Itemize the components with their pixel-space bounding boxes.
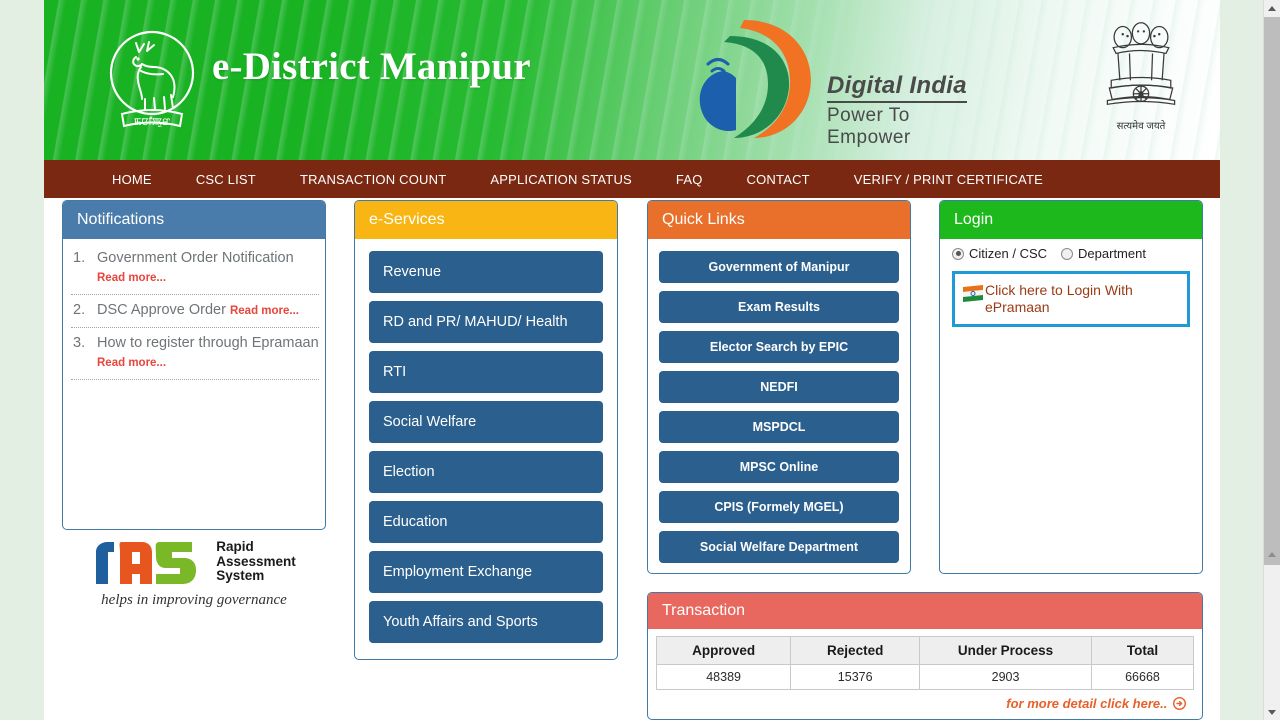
read-more-link[interactable]: Read more... xyxy=(230,305,299,317)
quicklink-nedfi[interactable]: NEDFI xyxy=(659,371,899,403)
manipur-state-emblem-icon: ꯃꯅꯤꯄꯨꯔ xyxy=(108,27,196,133)
eservice-button-employment-exchange[interactable]: Employment Exchange xyxy=(369,551,603,593)
eservice-button-youth-affairs-and-sports[interactable]: Youth Affairs and Sports xyxy=(369,601,603,643)
main-navigation: HOME CSC LIST TRANSACTION COUNT APPLICAT… xyxy=(44,160,1220,198)
chevron-up-icon xyxy=(1268,5,1276,11)
transaction-panel-title: Transaction xyxy=(648,593,1202,629)
column-header-under-process: Under Process xyxy=(919,636,1092,665)
chevron-down-icon xyxy=(1268,709,1276,715)
transaction-more-detail-link[interactable]: for more detail click here.. xyxy=(656,690,1194,713)
eservices-panel-title: e-Services xyxy=(355,201,617,239)
radio-citizen-csc[interactable] xyxy=(952,247,964,260)
read-more-link[interactable]: Read more... xyxy=(97,272,166,284)
read-more-link[interactable]: Read more... xyxy=(97,357,166,369)
quicklink-mpsc-online[interactable]: MPSC Online xyxy=(659,451,899,483)
digital-india-wordmark: Digital India xyxy=(827,72,967,103)
site-header-banner: ꯃꯅꯤꯄꯨꯔ e-District Manipur Digital India … xyxy=(44,0,1220,160)
quicklink-exam-results[interactable]: Exam Results xyxy=(659,291,899,323)
login-panel-title: Login xyxy=(940,201,1202,239)
eservice-button-election[interactable]: Election xyxy=(369,451,603,493)
epramaan-login-button[interactable]: Click here to Login With ePramaan xyxy=(952,271,1190,327)
quicklinks-panel: Quick Links Government of Manipur Exam R… xyxy=(647,200,911,574)
nav-item-transaction-count[interactable]: TRANSACTION COUNT xyxy=(300,172,446,187)
site-title: e-District Manipur xyxy=(212,45,531,88)
scrollbar-thumb[interactable] xyxy=(1264,17,1280,565)
list-item: Government Order Notification Read more.… xyxy=(71,249,319,295)
state-emblem-caption: ꯃꯅꯤꯄꯨꯔ xyxy=(134,116,170,128)
notification-text: Government Order Notification xyxy=(97,250,294,266)
table-header-row: Approved Rejected Under Process Total xyxy=(655,636,1195,665)
table-row: 48389 15376 2903 66668 xyxy=(655,664,1195,690)
eservices-list: Revenue RD and PR/ MAHUD/ Health RTI Soc… xyxy=(355,239,617,659)
ras-wordmark-icon xyxy=(96,542,197,584)
nav-item-application-status[interactable]: APPLICATION STATUS xyxy=(490,172,632,187)
ashoka-pillar-icon xyxy=(1106,22,1176,106)
radio-label-citizen-csc[interactable]: Citizen / CSC xyxy=(969,246,1047,261)
list-item: DSC Approve Order Read more... xyxy=(71,301,319,328)
scrollbar-up-button[interactable] xyxy=(1264,0,1280,16)
nav-item-faq[interactable]: FAQ xyxy=(676,172,703,187)
notifications-panel-title: Notifications xyxy=(63,201,325,239)
eservice-button-social-welfare[interactable]: Social Welfare xyxy=(369,401,603,443)
ras-name-line-2: Assessment xyxy=(216,553,296,569)
cell-total: 66668 xyxy=(1090,664,1195,690)
transaction-table-wrapper: Approved Rejected Under Process Total 48… xyxy=(648,629,1202,713)
eservice-button-education[interactable]: Education xyxy=(369,501,603,543)
digital-india-swoosh-icon xyxy=(699,20,811,138)
nav-item-verify-print-certificate[interactable]: VERIFY / PRINT CERTIFICATE xyxy=(854,172,1043,187)
transaction-panel: Transaction Approved Rejected Under Proc… xyxy=(647,592,1203,720)
ras-name-line-3: System xyxy=(216,568,265,584)
column-header-rejected: Rejected xyxy=(790,636,921,665)
nav-item-csc-list[interactable]: CSC LIST xyxy=(196,172,256,187)
scrollbar-grip-icon xyxy=(1268,552,1276,557)
vertical-scrollbar[interactable] xyxy=(1263,0,1280,720)
quicklinks-panel-title: Quick Links xyxy=(648,201,910,239)
login-type-radio-group: Citizen / CSC Department xyxy=(952,246,1202,261)
notification-text: How to register through Epramaan xyxy=(97,335,319,351)
quicklink-cpis[interactable]: CPIS (Formely MGEL) xyxy=(659,491,899,523)
column-header-total: Total xyxy=(1090,636,1195,665)
digital-india-tagline: Power To Empower xyxy=(827,105,911,148)
arrow-right-circle-icon xyxy=(1172,696,1187,713)
eservice-button-revenue[interactable]: Revenue xyxy=(369,251,603,293)
ras-logo: Rapid Assessment System helps in improvi… xyxy=(74,538,314,609)
digital-india-logo: Digital India Power To Empower xyxy=(684,14,984,148)
nav-item-home[interactable]: HOME xyxy=(112,172,152,187)
login-panel: Login Citizen / CSC Department Click her… xyxy=(939,200,1203,574)
quicklink-mspdcl[interactable]: MSPDCL xyxy=(659,411,899,443)
cell-under-process: 2903 xyxy=(919,664,1092,690)
eservices-panel: e-Services Revenue RD and PR/ MAHUD/ Hea… xyxy=(354,200,618,660)
transaction-more-detail-label: for more detail click here.. xyxy=(1006,696,1168,711)
radio-department[interactable] xyxy=(1061,247,1074,260)
nav-item-contact[interactable]: CONTACT xyxy=(747,172,810,187)
browser-viewport: ꯃꯅꯤꯄꯨꯔ e-District Manipur Digital India … xyxy=(0,0,1280,720)
quicklinks-list: Government of Manipur Exam Results Elect… xyxy=(648,239,910,573)
scrollbar-down-button[interactable] xyxy=(1264,704,1280,720)
national-emblem-motto: सत्यमेव जयते xyxy=(1116,121,1166,132)
notifications-list: Government Order Notification Read more.… xyxy=(63,249,325,380)
eservice-button-rti[interactable]: RTI xyxy=(369,351,603,393)
quicklink-government-of-manipur[interactable]: Government of Manipur xyxy=(659,251,899,283)
cell-approved: 48389 xyxy=(655,664,792,690)
indian-flag-icon xyxy=(963,285,983,302)
main-content: Notifications Government Order Notificat… xyxy=(44,198,1220,720)
notification-text: DSC Approve Order xyxy=(97,302,226,318)
quicklink-social-welfare-department[interactable]: Social Welfare Department xyxy=(659,531,899,563)
ras-tagline: helps in improving governance xyxy=(101,592,287,608)
epramaan-login-label: Click here to Login With ePramaan xyxy=(985,282,1133,315)
eservice-button-rd-pr-mahud-health[interactable]: RD and PR/ MAHUD/ Health xyxy=(369,301,603,343)
national-emblem: सत्यमेव जयते xyxy=(1098,16,1184,132)
quicklink-elector-search-by-epic[interactable]: Elector Search by EPIC xyxy=(659,331,899,363)
radio-label-department[interactable]: Department xyxy=(1078,246,1146,261)
column-header-approved: Approved xyxy=(655,636,792,665)
page-canvas: ꯃꯅꯤꯄꯨꯔ e-District Manipur Digital India … xyxy=(44,0,1220,720)
transaction-table: Approved Rejected Under Process Total 48… xyxy=(655,636,1195,690)
ras-name-line-1: Rapid xyxy=(216,539,254,555)
cell-rejected: 15376 xyxy=(790,664,921,690)
list-item: How to register through Epramaan Read mo… xyxy=(71,334,319,380)
notifications-panel: Notifications Government Order Notificat… xyxy=(62,200,326,530)
